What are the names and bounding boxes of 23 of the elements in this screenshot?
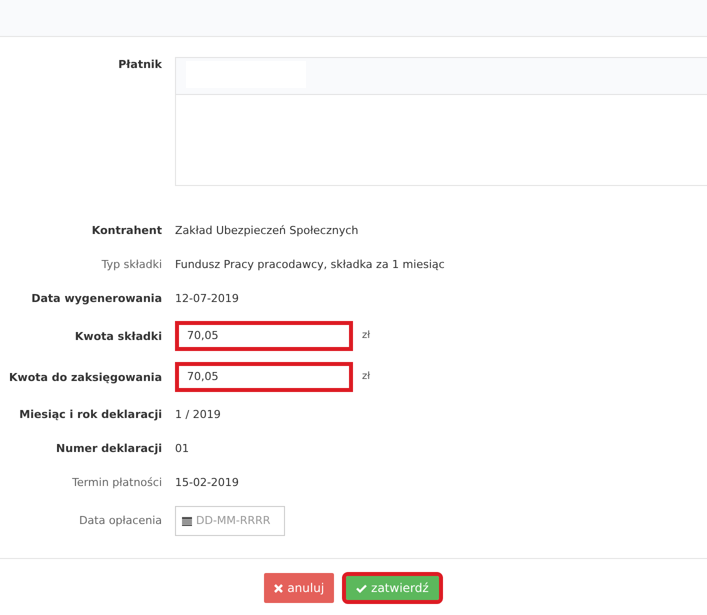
amount-field[interactable]: 70,05 bbox=[175, 362, 353, 392]
field-label: Termin płatności bbox=[72, 476, 162, 489]
field-label: Kwota do zaksięgowania bbox=[9, 370, 162, 384]
field-label: Data wygenerowania bbox=[31, 292, 162, 305]
field-label: Płatnik bbox=[118, 58, 162, 71]
amount-field[interactable]: 70,05 bbox=[175, 320, 353, 350]
field-label: Kwota składki bbox=[74, 330, 162, 342]
field-label: Miesiąc i rok deklaracji bbox=[19, 408, 162, 421]
field-label: Numer deklaracji bbox=[56, 442, 162, 455]
field-value: Fundusz Pracy pracodawcy, składka za 1 miesiąc bbox=[175, 258, 445, 270]
currency-label: zł bbox=[362, 371, 370, 382]
field-value: 01 bbox=[175, 442, 189, 454]
field-value: 15-02-2019 bbox=[175, 476, 239, 488]
close-icon bbox=[274, 584, 284, 592]
date-field[interactable]: DD-MM-RRRR bbox=[175, 506, 285, 536]
field-label: Typ składki bbox=[102, 258, 162, 271]
field-label: Kontrahent bbox=[92, 224, 162, 237]
currency-label: zł bbox=[362, 330, 370, 341]
field-value: 1 / 2019 bbox=[175, 408, 221, 420]
check-icon bbox=[356, 584, 368, 592]
field-value: Zakład Ubezpieczeń Społecznych bbox=[175, 224, 358, 236]
field-label: Data opłacenia bbox=[79, 514, 162, 526]
field-value: 12-07-2019 bbox=[175, 292, 239, 304]
